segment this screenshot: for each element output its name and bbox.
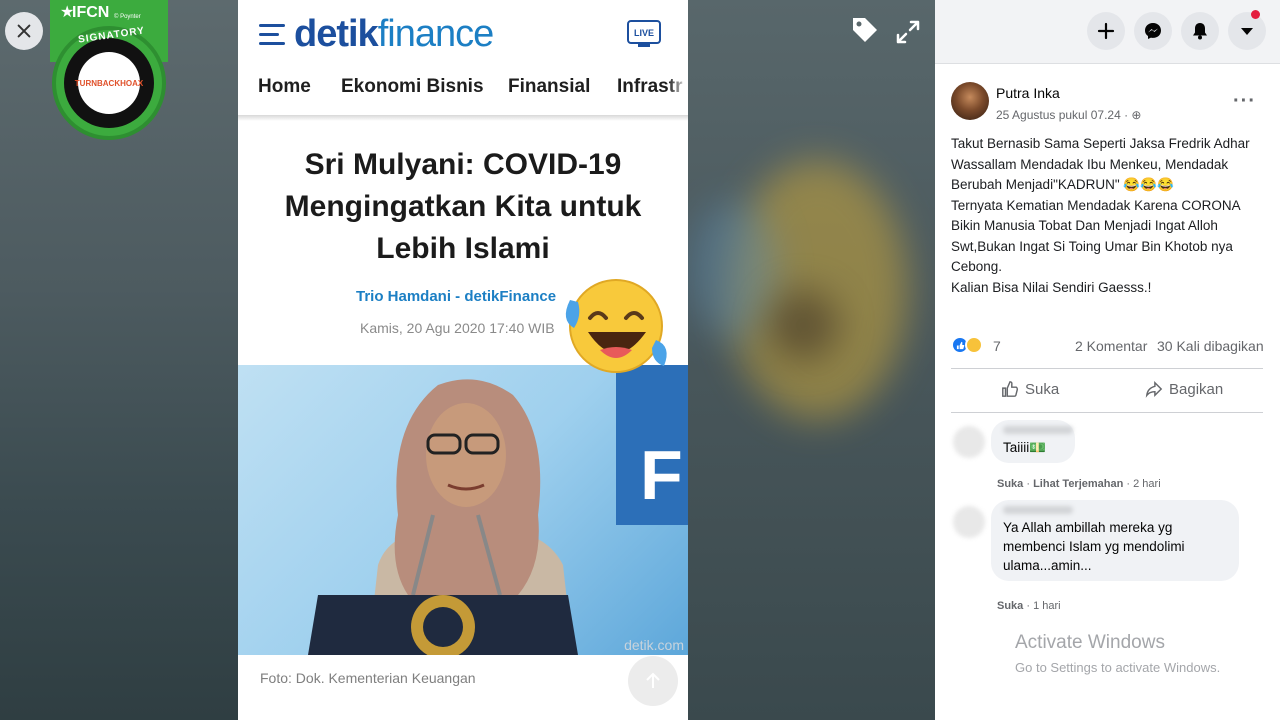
hamburger-icon[interactable]: [259, 24, 285, 46]
comment-meta: Suka · Lihat Terjemahan · 2 hari: [997, 478, 1161, 490]
activate-windows-subtitle: Go to Settings to activate Windows.: [1015, 660, 1221, 675]
commenter-avatar[interactable]: [953, 426, 985, 458]
article-date: Kamis, 20 Agu 2020 17:40 WIB: [360, 320, 555, 336]
speaker-figure: [308, 379, 578, 655]
detikfinance-logo[interactable]: detikfinance: [294, 13, 494, 56]
reaction-count[interactable]: 7: [993, 338, 1001, 354]
expand-icon[interactable]: [894, 18, 922, 46]
commenter-name-redacted: [1003, 506, 1073, 514]
badge-core-text: TURNBACKHOAX: [74, 78, 144, 88]
more-options-icon[interactable]: ···: [1233, 90, 1256, 113]
comment-translate-link[interactable]: Lihat Terjemahan: [1033, 478, 1123, 490]
comment-bubble: Taiiii💵: [991, 420, 1075, 463]
article-nav: Home Ekonomi Bisnis Finansial Infrastr: [238, 76, 688, 116]
comment-text-line: membenci Islam yg mendolimi: [1003, 539, 1185, 554]
tag-icon[interactable]: [850, 15, 880, 45]
like-button[interactable]: Suka: [1001, 380, 1059, 398]
badge-title: IFCN: [72, 4, 110, 21]
nav-divider: [238, 115, 688, 121]
commenter-name-redacted: [1003, 426, 1073, 434]
ifcn-signatory-badge: TURNBACKHOAX ★ IFCN © Poynter SIGNATORY: [50, 0, 168, 146]
photo-watermark: detik.com: [624, 637, 684, 653]
reactions-summary[interactable]: [951, 336, 983, 354]
nav-item-home[interactable]: Home: [258, 76, 311, 98]
comment-text-line: Ya Allah ambillah mereka yg: [1003, 520, 1173, 535]
actions-divider: [951, 412, 1263, 413]
comment-text-line: ulama...amin...: [1003, 558, 1092, 573]
badge-subtitle: © Poynter: [114, 14, 141, 20]
author-avatar[interactable]: [951, 82, 989, 120]
facebook-post-panel: Putra Inka 25 Agustus pukul 07.24 · ⊕ ··…: [935, 0, 1280, 720]
close-icon: [17, 24, 31, 38]
commenter-avatar[interactable]: [953, 506, 985, 538]
post-author[interactable]: Putra Inka: [996, 85, 1060, 101]
scroll-top-button[interactable]: [628, 656, 678, 706]
shares-count[interactable]: 30 Kali dibagikan: [1157, 338, 1264, 354]
laughing-emoji-icon: [565, 279, 667, 373]
article-header: detikfinance LIVE: [238, 0, 688, 70]
notifications-button[interactable]: [1181, 12, 1219, 50]
bell-icon: [1193, 23, 1207, 40]
comment-meta: Suka · 1 hari: [997, 600, 1061, 612]
caret-down-icon: [1241, 28, 1253, 35]
facebook-top-bar: [935, 0, 1280, 64]
article-photo: F detik.com: [238, 365, 688, 655]
arrow-up-icon: [646, 672, 660, 688]
share-icon: [1145, 380, 1163, 398]
activate-windows-title: Activate Windows: [1015, 632, 1165, 653]
comment-time[interactable]: 2 hari: [1133, 478, 1161, 490]
messenger-icon: [1145, 23, 1161, 39]
article-screenshot: detikfinance LIVE Home Ekonomi Bisnis Fi…: [238, 0, 688, 720]
notification-dot: [1251, 10, 1260, 19]
share-label: Bagikan: [1169, 380, 1224, 398]
comment-bubble: Ya Allah ambillah mereka yg membenci Isl…: [991, 500, 1239, 581]
account-menu-button[interactable]: [1228, 12, 1266, 50]
article-byline[interactable]: Trio Hamdani - detikFinance: [356, 288, 556, 305]
create-button[interactable]: [1087, 12, 1125, 50]
comment-text: Taiiii💵: [1003, 440, 1047, 455]
plus-icon: [1097, 22, 1115, 40]
share-button[interactable]: Bagikan: [1145, 380, 1223, 398]
right-blurred-backdrop: [688, 0, 935, 720]
comments-count[interactable]: 2 Komentar: [1075, 338, 1147, 354]
comment-like-link[interactable]: Suka: [997, 600, 1023, 612]
live-label: LIVE: [634, 28, 654, 38]
post-divider: [951, 368, 1263, 369]
haha-reaction-icon: [965, 336, 983, 354]
close-button[interactable]: [5, 12, 43, 50]
post-text: Takut Bernasib Sama Seperti Jaksa Fredri…: [951, 136, 1250, 295]
nav-item-ekonomi-bisnis[interactable]: Ekonomi Bisnis: [341, 76, 484, 98]
comment-like-link[interactable]: Suka: [997, 478, 1023, 490]
like-icon: [1002, 381, 1019, 397]
like-label: Suka: [1025, 380, 1060, 398]
comment-time[interactable]: 1 hari: [1033, 600, 1061, 612]
nav-item-finansial[interactable]: Finansial: [508, 76, 590, 98]
post-timestamp[interactable]: 25 Agustus pukul 07.24 · ⊕: [996, 108, 1141, 122]
article-headline: Sri Mulyani: COVID-19 Mengingatkan Kita …: [284, 148, 642, 265]
live-icon[interactable]: LIVE: [627, 20, 661, 48]
photo-caption: Foto: Dok. Kementerian Keuangan: [260, 670, 476, 686]
messenger-button[interactable]: [1134, 12, 1172, 50]
